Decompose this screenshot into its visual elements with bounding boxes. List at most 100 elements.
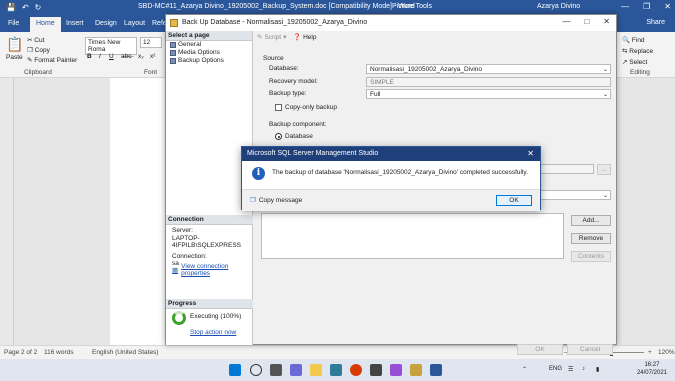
wifi-icon[interactable]: ☰ (568, 366, 573, 373)
help-icon: ❓ (293, 34, 302, 41)
message-dialog-title-bar[interactable]: Microsoft SQL Server Management Studio ✕ (242, 147, 540, 161)
file-explorer-icon[interactable] (310, 364, 322, 376)
recovery-model-field: SIMPLE (366, 77, 611, 87)
italic-icon[interactable]: I (99, 53, 101, 60)
chevron-down-icon: ▾ (283, 34, 287, 41)
progress-status: Executing (100%) (190, 313, 242, 320)
save-icon[interactable]: 💾 (6, 3, 16, 12)
tab-file[interactable]: File (8, 20, 19, 27)
message-text: The backup of database 'Normalisasi_1920… (272, 169, 529, 176)
subscript-icon[interactable]: x₂ (138, 53, 144, 60)
battery-icon[interactable]: ▮ (596, 366, 599, 373)
cancel-button[interactable]: Cancel (567, 344, 613, 355)
browse-button[interactable]: ... (597, 164, 611, 175)
database-select[interactable]: Normalisasi_19205002_Azarya_Divino ⌄ (366, 64, 611, 74)
replace-button[interactable]: ⇆ Replace (622, 47, 653, 55)
user-name[interactable]: Azarya Divino (537, 3, 580, 10)
script-icon: ✎ (257, 34, 263, 41)
edge-icon[interactable] (330, 364, 342, 376)
bold-icon[interactable]: B (87, 53, 92, 60)
script-button[interactable]: ✎ Script ▾ (257, 33, 287, 42)
stop-action-link[interactable]: Stop action now (190, 329, 236, 336)
clock[interactable]: 16:27 24/07/2021 (637, 361, 667, 377)
task-view-icon[interactable] (270, 364, 282, 376)
underline-icon[interactable]: U (109, 53, 114, 60)
cut-button[interactable]: ✂ Cut (27, 36, 44, 44)
database-component-label: Database (285, 133, 313, 140)
message-ok-button[interactable]: OK (496, 195, 532, 206)
database-component-radio[interactable] (275, 133, 282, 140)
undo-icon[interactable]: ↶ (22, 3, 29, 12)
help-button[interactable]: ❓ Help (293, 33, 316, 42)
taskbar: ⌃ ENG ☰ ♪ ▮ 16:27 24/07/2021 (0, 359, 675, 381)
document-title: SBD-MC#11_Azarya Divino_19205002_Backup_… (138, 3, 415, 10)
copy-message-button[interactable]: ❐ Copy message (250, 196, 302, 205)
page-media-options[interactable]: Media Options (166, 49, 252, 57)
close-icon[interactable]: ✕ (603, 17, 610, 26)
backup-window-title: Back Up Database - Normalisasi_19205002_… (182, 19, 368, 26)
tab-layout[interactable]: Layout (124, 20, 145, 27)
paste-button[interactable]: Paste (6, 54, 23, 61)
superscript-icon[interactable]: x² (150, 53, 155, 60)
message-dialog-title: Microsoft SQL Server Management Studio (247, 150, 379, 157)
recovery-model-label: Recovery model: (269, 78, 318, 85)
zoom-plus-icon[interactable]: + (648, 349, 652, 356)
redo-icon[interactable]: ↻ (35, 3, 42, 12)
restore-icon[interactable]: ❐ (643, 2, 650, 11)
minimize-icon[interactable]: — (621, 2, 629, 11)
tab-home[interactable]: Home (30, 17, 61, 32)
share-button[interactable]: Share (646, 19, 665, 26)
close-icon[interactable]: ✕ (527, 149, 534, 158)
select-button[interactable]: ↗ Select (622, 58, 647, 66)
volume-icon[interactable]: ♪ (582, 366, 585, 372)
backup-window-title-bar[interactable]: Back Up Database - Normalisasi_19205002_… (166, 15, 616, 31)
vertical-ruler (0, 78, 14, 345)
paste-icon[interactable]: 📋 (6, 36, 23, 53)
destination-list[interactable] (261, 213, 564, 259)
widgets-icon[interactable] (290, 364, 302, 376)
start-icon[interactable] (229, 364, 241, 376)
ok-button[interactable]: OK (517, 344, 563, 355)
tab-insert[interactable]: Insert (66, 20, 84, 27)
store-icon[interactable] (370, 364, 382, 376)
copy-only-checkbox[interactable] (275, 104, 282, 111)
close-icon[interactable]: ✕ (664, 2, 671, 11)
chevron-down-icon: ⌄ (602, 193, 608, 199)
zoom-level[interactable]: 120% (658, 349, 675, 356)
backup-type-select[interactable]: Full ⌄ (366, 89, 611, 99)
copy-button[interactable]: ❐ Copy (27, 46, 50, 54)
properties-icon: ▦ (172, 267, 179, 274)
copy-icon: ❐ (27, 47, 35, 54)
minimize-icon[interactable]: — (562, 17, 570, 26)
format-painter-button[interactable]: ✎ Format Painter (27, 56, 77, 64)
page-count[interactable]: Page 2 of 2 (4, 349, 37, 356)
view-connection-properties-link[interactable]: ▦ View connection properties (172, 263, 252, 277)
find-button[interactable]: 🔍 Find (622, 36, 645, 44)
language-indicator[interactable]: English (United States) (92, 349, 158, 356)
page-backup-options[interactable]: Backup Options (166, 57, 252, 65)
tab-design[interactable]: Design (95, 20, 117, 27)
backup-window-controls: — □ ✕ (562, 17, 610, 26)
remove-button[interactable]: Remove (571, 233, 611, 244)
tray-chevron-icon[interactable]: ⌃ (522, 366, 527, 373)
font-size-field[interactable]: 12 (140, 37, 162, 48)
language-indicator[interactable]: ENG (549, 366, 562, 372)
app-icon[interactable] (390, 364, 402, 376)
copy-only-label: Copy-only backup (285, 104, 338, 111)
server-value: LAPTOP-4IFPILB\SQLEXPRESS (172, 234, 242, 250)
maximize-icon[interactable]: □ (584, 17, 589, 26)
word-count[interactable]: 116 words (44, 349, 74, 356)
clipboard-group-label: Clipboard (24, 69, 52, 76)
contents-button[interactable]: Contents (571, 251, 611, 262)
opera-icon[interactable] (350, 364, 362, 376)
add-button[interactable]: Add... (571, 215, 611, 226)
strikethrough-icon[interactable]: a̶b̶c̶ (121, 53, 131, 60)
progress-spinner-icon (172, 311, 186, 325)
search-icon[interactable] (250, 364, 262, 376)
quick-access-toolbar: 💾 ↶ ↻ (6, 3, 41, 12)
page-icon (170, 50, 176, 56)
page-general[interactable]: General (166, 41, 252, 49)
ssms-icon[interactable] (410, 364, 422, 376)
word-icon[interactable] (430, 364, 442, 376)
connection-header: Connection (166, 215, 253, 225)
